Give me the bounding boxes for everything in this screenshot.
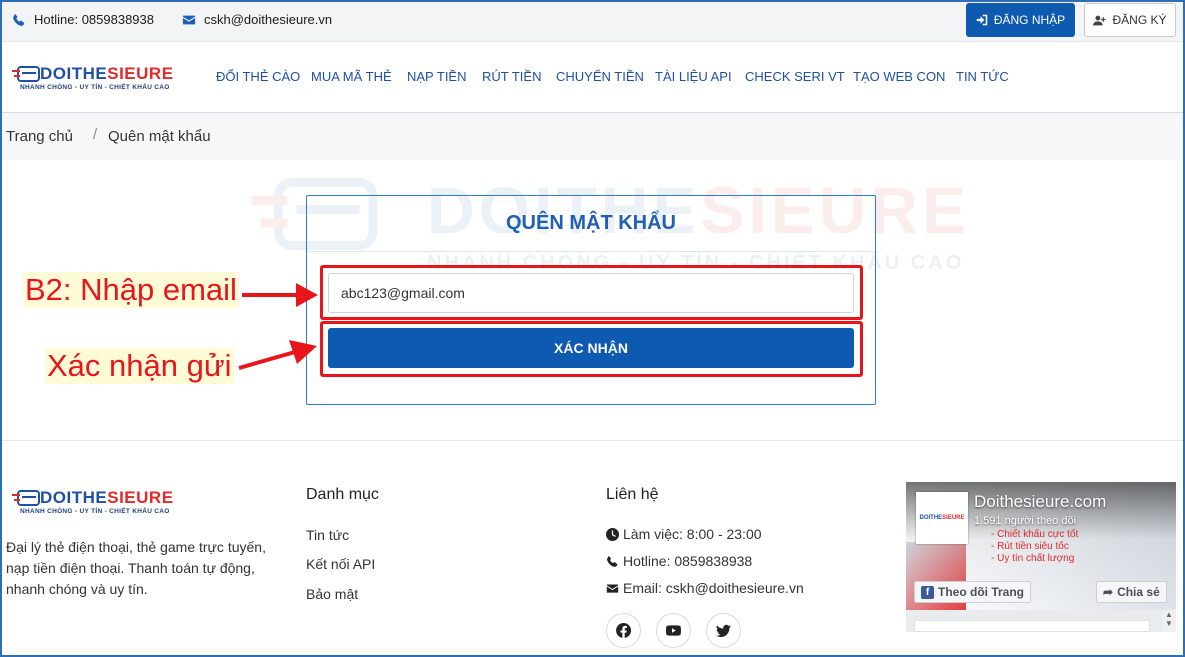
fb-perk-item: - Uy tín chất lượng [991,553,1075,564]
envelope-icon [182,15,196,24]
footer-phone-icon [607,555,618,567]
register-label: ĐĂNG KÝ [1112,13,1167,27]
twitter-icon [716,624,731,638]
form-title: QUÊN MẬT KHẨU [506,212,676,234]
confirm-highlight-box [320,321,863,377]
fb-follow-label: Theo dõi Trang [938,585,1024,599]
facebook-button[interactable] [606,613,641,648]
nav-check-seri-vt[interactable]: CHECK SERI VT [745,69,845,84]
footer-hours: Làm việc: 8:00 - 23:00 [606,526,762,542]
nav-nap-tien[interactable]: NẠP TIỀN [407,69,466,84]
hotline-text: Hotline: 0859838938 [34,12,154,27]
twitter-button[interactable] [706,613,741,648]
fb-perk-item: - Chiết khấu cực tốt [991,529,1079,540]
arrow-to-confirm-icon [238,340,317,370]
fb-page-name[interactable]: Doithesieure.com [974,492,1106,512]
facebook-page-widget[interactable]: DOITHE SIEURE Doithesieure.com 1.591 ngườ… [906,482,1176,632]
email-text: cskh@doithesieure.vn [204,12,333,27]
nav-doi-the-cao[interactable]: ĐỔI THẺ CÀO [216,69,300,84]
phone-icon [13,13,25,26]
email-highlight-box [320,265,863,320]
footer-link-ket-noi-api[interactable]: Kết nối API [306,556,375,572]
form-divider [307,251,875,252]
footer-hours-text: Làm việc: 8:00 - 23:00 [623,526,762,542]
fb-page-avatar[interactable]: DOITHE SIEURE [916,492,968,544]
footer-link-bao-mat[interactable]: Bảo mật [306,586,358,602]
footer-envelope-icon [606,583,619,593]
email-info: cskh@doithesieure.vn [182,12,332,27]
youtube-icon [666,625,681,636]
footer-logo[interactable]: DOITHESIEURE NHANH CHÓNG - UY TÍN - CHIẾ… [12,488,212,520]
fb-follow-button[interactable]: f Theo dõi Trang [914,581,1031,603]
footer-hotline-text: Hotline: 0859838938 [623,553,753,569]
arrow-to-email-icon [242,283,318,307]
footer-menu-heading: Danh mục [306,486,379,503]
fb-scrollbar[interactable]: ▲ ▼ [1162,610,1176,632]
fb-share-label: Chia sẻ [1117,585,1160,599]
site-logo[interactable]: DOITHESIEURE NHANH CHÓNG - UY TÍN - CHIẾ… [12,64,182,96]
breadcrumb-separator: / [93,126,98,143]
footer-logo-wordmark: DOITHESIEURE [40,488,174,507]
youtube-button[interactable] [656,613,691,648]
fb-perk-item: - Rút tiền siêu tốc [991,541,1069,552]
nav-tin-tuc[interactable]: TIN TỨC [956,69,1009,84]
footer-contact-heading: Liên hệ [606,486,659,503]
clock-icon [606,527,619,541]
register-button[interactable]: ĐĂNG KÝ [1084,3,1176,37]
footer-hotline: Hotline: 0859838938 [606,553,752,569]
footer-logo-tagline: NHANH CHÓNG - UY TÍN - CHIẾT KHẤU CAO [20,508,170,515]
annotation-step-email: B2: Nhập email [23,272,239,308]
breadcrumb-home[interactable]: Trang chủ [6,128,73,145]
sign-in-icon [976,14,988,26]
footer-divider [0,440,1185,441]
footer-email-text: Email: cskh@doithesieure.vn [623,580,804,596]
fb-follower-count: 1.591 người theo dõi [974,515,1077,527]
login-button[interactable]: ĐĂNG NHẬP [966,3,1075,37]
hotline-info: Hotline: 0859838938 [12,12,154,27]
logo-wordmark: DOITHESIEURE [40,64,174,83]
footer-email: Email: cskh@doithesieure.vn [606,580,804,596]
footer-logo-mark-icon [12,490,40,506]
nav-tai-lieu-api[interactable]: TÀI LIỆU API [655,69,732,84]
logo-tagline: NHANH CHÓNG - UY TÍN - CHIẾT KHẤU CAO [20,84,170,91]
nav-tao-web-con[interactable]: TẠO WEB CON [853,69,945,84]
footer-description: Đại lý thẻ điện thoại, thẻ game trực tuy… [6,539,266,597]
facebook-icon [616,623,631,638]
footer-link-tin-tuc[interactable]: Tin tức [306,527,349,543]
breadcrumb-current: Quên mật khẩu [108,128,211,145]
fb-share-button[interactable]: ➦ Chia sẻ [1096,581,1167,603]
annotation-step-submit: Xác nhận gửi [45,348,234,384]
nav-chuyen-tien[interactable]: CHUYỂN TIỀN [556,69,644,84]
share-arrow-icon: ➦ [1103,585,1114,599]
fb-logo-icon: f [921,585,934,599]
fb-perks-list: - Chiết khấu cực tốt - Rút tiền siêu tốc… [991,529,1078,565]
fb-timeline-preview [914,620,1150,632]
nav-mua-ma-the[interactable]: MUA MÃ THẺ [311,69,392,84]
login-label: ĐĂNG NHẬP [993,13,1066,27]
nav-rut-tien[interactable]: RÚT TIỀN [482,69,541,84]
logo-mark-icon [12,66,40,82]
user-plus-icon [1093,15,1107,25]
